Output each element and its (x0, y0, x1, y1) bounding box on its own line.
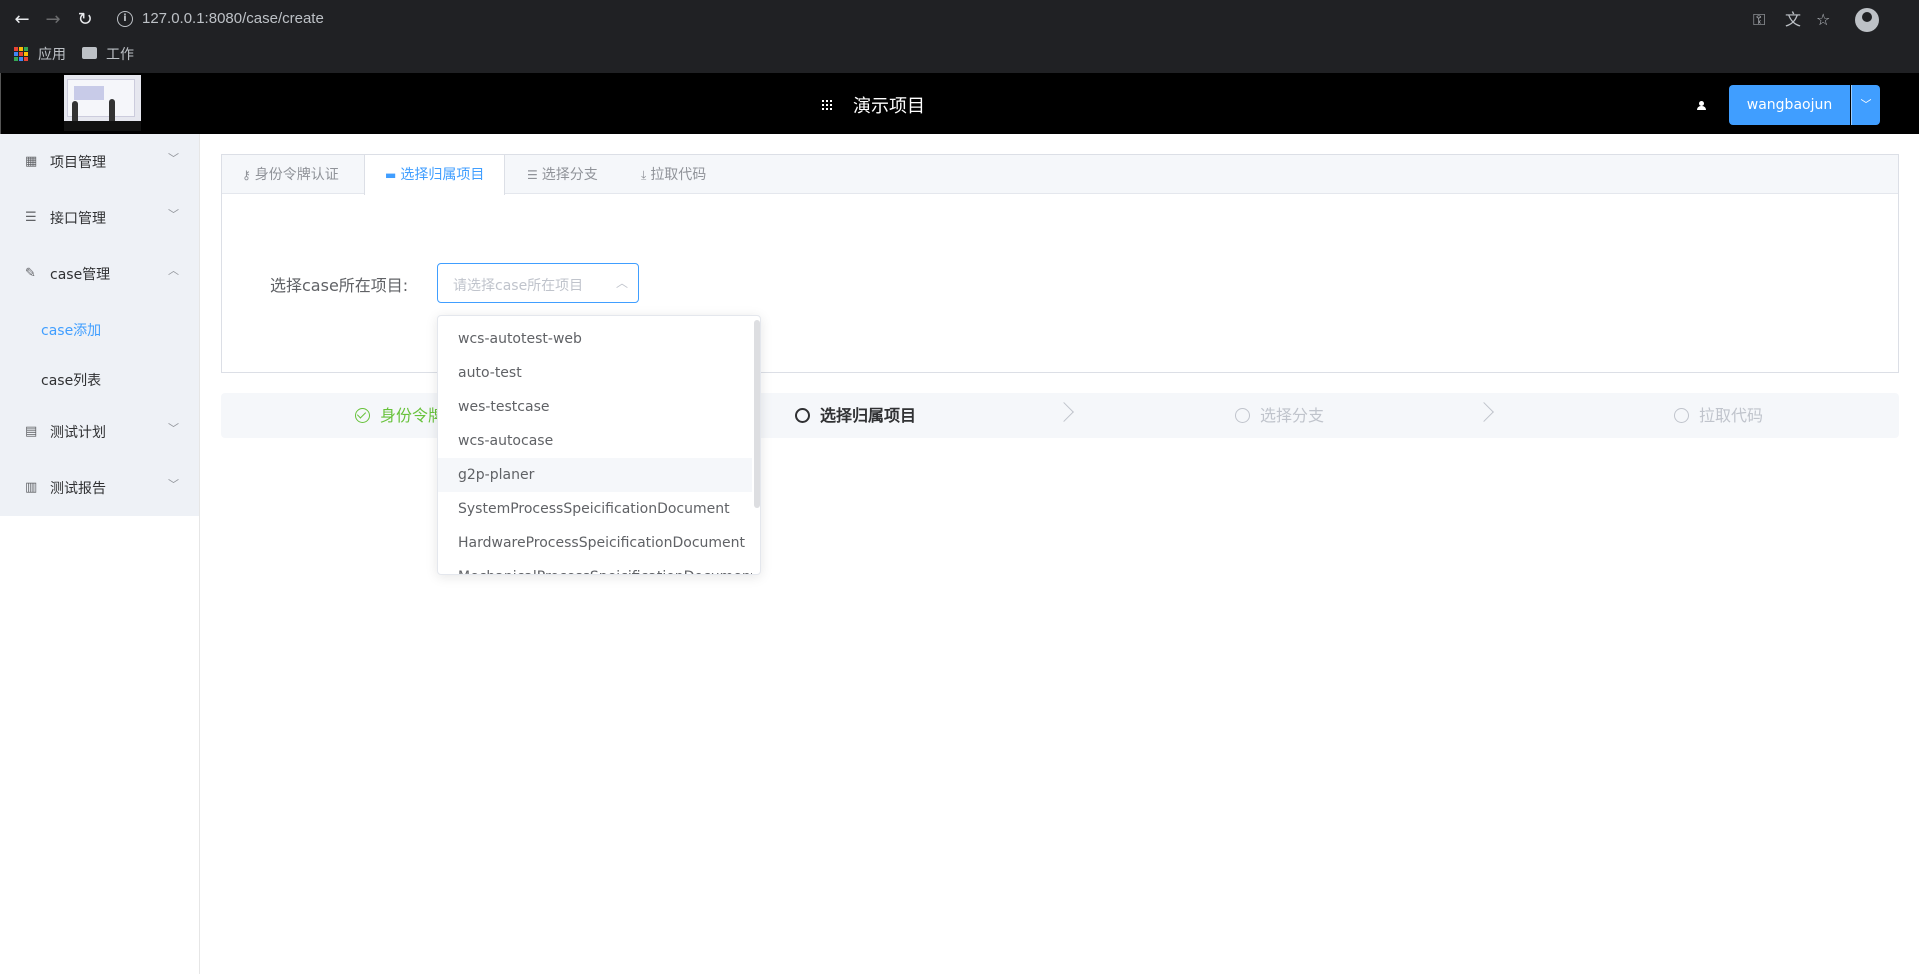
project-grid-icon (822, 100, 832, 110)
sidebar-item-api-management[interactable]: ☰ 接口管理 ﹀ (0, 190, 199, 246)
sidebar-item-label: 接口管理 (50, 211, 106, 227)
chevron-up-icon: ︿ (616, 276, 629, 290)
bookmark-work[interactable]: 工作 (106, 44, 134, 64)
dropdown-option[interactable]: SystemProcessSpeicificationDocument (438, 492, 752, 526)
sidebar-item-test-plan[interactable]: ▤ 测试计划 ﹀ (0, 404, 199, 460)
sidebar-item-label: 测试计划 (50, 425, 106, 441)
apps-grid-icon[interactable] (14, 47, 28, 61)
chevron-down-icon: ﹀ (168, 152, 179, 165)
sidebar-item-project-management[interactable]: ▦ 项目管理 ﹀ (0, 134, 199, 190)
profile-avatar-icon[interactable] (1855, 8, 1879, 32)
sidebar: ▦ 项目管理 ﹀ ☰ 接口管理 ﹀ ✎ case管理 ︿ case添加 case… (0, 134, 200, 974)
app-header: 演示项目 wangbaojun ﹀ (0, 73, 1919, 134)
step-pull-code: 拉取代码 (1674, 393, 1763, 438)
project-title: 演示项目 (853, 96, 925, 117)
dropdown-option[interactable]: wes-testcase (438, 390, 752, 424)
chevron-down-icon: ﹀ (168, 422, 179, 435)
dropdown-scrollbar[interactable] (754, 320, 760, 508)
bookmark-apps[interactable]: 应用 (38, 44, 66, 64)
bar-chart-icon: ▥ (25, 480, 38, 495)
project-select[interactable]: 请选择case所在项目 ︿ (437, 263, 639, 303)
sidebar-item-case-management[interactable]: ✎ case管理 ︿ (0, 246, 199, 302)
user-icon (1697, 101, 1706, 110)
tab-bar: ⚷ 身份令牌认证 ▬ 选择归属项目 ☰ 选择分支 ⤓ 拉取代码 (222, 155, 1898, 195)
step-select-branch: 选择分支 (1235, 393, 1324, 438)
sidebar-item-label: 测试报告 (50, 481, 106, 497)
edit-icon: ✎ (25, 266, 36, 281)
sidebar-subitem-label: case列表 (41, 373, 102, 389)
forward-arrow-icon[interactable]: → (41, 8, 65, 32)
tab-select-project[interactable]: ▬ 选择归属项目 (364, 155, 506, 195)
dropdown-option[interactable]: MechanicalProcessSpeicificationDocument (438, 560, 752, 574)
project-select-label: 选择case所在项目: (270, 276, 409, 295)
chevron-down-icon: ﹀ (168, 478, 179, 491)
circle-icon (1235, 408, 1250, 423)
site-info-icon[interactable]: i (117, 11, 133, 27)
chevron-down-icon[interactable]: ﹀ (1851, 85, 1880, 125)
reload-icon[interactable]: ↻ (73, 8, 97, 32)
check-circle-icon (355, 408, 370, 423)
sidebar-subitem-label: case添加 (41, 323, 102, 339)
browser-nav-row: ← → ↻ i 127.0.0.1:8080/case/create ⚿ 文 ☆ (0, 0, 1919, 40)
chevron-up-icon: ︿ (168, 264, 179, 277)
sidebar-subitem-case-list[interactable]: case列表 (0, 354, 199, 404)
sidebar-item-label: case管理 (50, 267, 111, 283)
tab-select-branch[interactable]: ☰ 选择分支 (507, 155, 618, 195)
key-icon[interactable]: ⚿ (1753, 9, 1765, 31)
tab-pull-code[interactable]: ⤓ 拉取代码 (621, 155, 726, 195)
circle-icon (1674, 408, 1689, 423)
sidebar-item-test-report[interactable]: ▥ 测试报告 ﹀ (0, 460, 199, 516)
document-icon: ▤ (25, 424, 38, 439)
sliders-icon: ☰ (527, 168, 538, 182)
circle-icon (795, 408, 810, 423)
sidebar-menu: ▦ 项目管理 ﹀ ☰ 接口管理 ﹀ ✎ case管理 ︿ case添加 case… (0, 134, 199, 516)
user-menu-button[interactable]: wangbaojun (1729, 85, 1850, 125)
folder-icon (82, 47, 97, 59)
chevron-right-icon (1054, 402, 1074, 422)
chevron-down-icon: ﹀ (168, 208, 179, 221)
monitor-icon: ▬ (385, 168, 397, 182)
dropdown-option[interactable]: wcs-autocase (438, 424, 752, 458)
chevron-right-icon (1474, 402, 1494, 422)
dropdown-option[interactable]: HardwareProcessSpeicificationDocument (438, 526, 752, 560)
translate-icon[interactable]: 文 (1785, 9, 1801, 31)
select-placeholder: 请选择case所在项目 (453, 278, 584, 294)
sidebar-subitem-case-add[interactable]: case添加 (0, 304, 199, 354)
sidebar-item-label: 项目管理 (50, 155, 106, 171)
star-icon[interactable]: ☆ (1816, 9, 1830, 31)
grid-icon: ▦ (25, 154, 38, 169)
address-bar[interactable]: 127.0.0.1:8080/case/create (142, 10, 324, 27)
key-icon: ⚷ (242, 168, 251, 182)
project-dropdown: wcs-autotest-web auto-test wes-testcase … (437, 315, 761, 575)
download-icon: ⤓ (641, 168, 647, 182)
dropdown-option[interactable]: wcs-autotest-web (438, 322, 752, 356)
logo[interactable] (64, 75, 141, 131)
browser-chrome: ← → ↻ i 127.0.0.1:8080/case/create ⚿ 文 ☆… (0, 0, 1919, 73)
dropdown-option[interactable]: g2p-planer (438, 458, 752, 492)
tab-token-auth[interactable]: ⚷ 身份令牌认证 (222, 155, 359, 195)
back-arrow-icon[interactable]: ← (10, 8, 34, 32)
list-icon: ☰ (25, 210, 37, 225)
step-select-project: 选择归属项目 (795, 393, 916, 438)
dropdown-option[interactable]: auto-test (438, 356, 752, 390)
